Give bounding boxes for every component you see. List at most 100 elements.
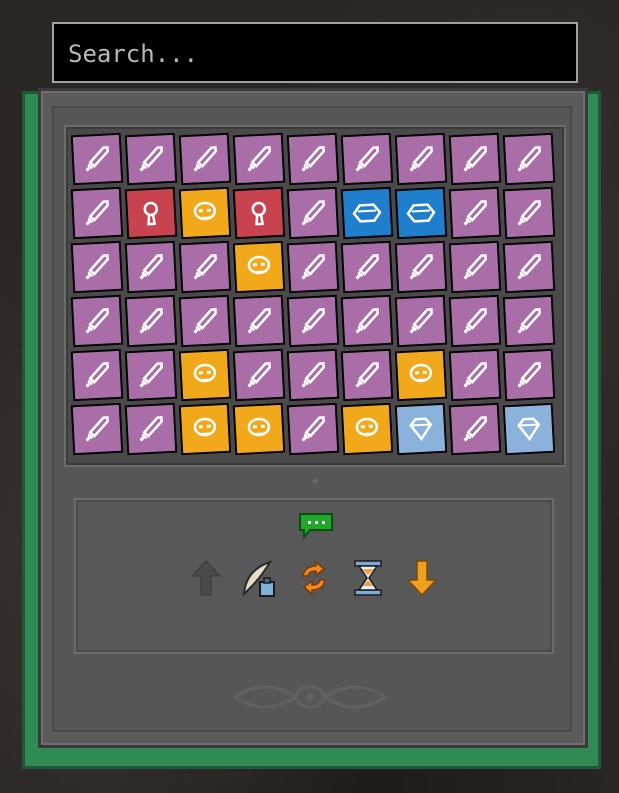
keyhole-icon xyxy=(143,201,159,226)
diamond-icon xyxy=(409,417,433,442)
quill-ink-button[interactable] xyxy=(240,558,276,598)
sword-icon xyxy=(409,254,433,280)
hourglass-icon xyxy=(354,560,382,596)
card-sword[interactable] xyxy=(502,186,556,240)
card-sword[interactable] xyxy=(448,294,502,348)
search-input[interactable] xyxy=(66,34,570,74)
sword-icon xyxy=(193,146,217,172)
card-sword[interactable] xyxy=(340,348,394,402)
card-sword[interactable] xyxy=(394,240,448,294)
card-sword[interactable] xyxy=(178,240,232,294)
card-skull[interactable] xyxy=(178,186,232,240)
sword-icon xyxy=(85,146,109,172)
diamond-icon xyxy=(517,417,541,442)
card-skull[interactable] xyxy=(394,348,448,402)
sword-icon xyxy=(301,200,325,226)
card-sword[interactable] xyxy=(70,132,124,186)
card-skull[interactable] xyxy=(178,348,232,402)
card-sword[interactable] xyxy=(232,294,286,348)
sword-icon xyxy=(193,254,217,280)
sword-icon xyxy=(355,254,379,280)
sword-icon xyxy=(139,416,163,442)
card-sword[interactable] xyxy=(502,348,556,402)
card-sword[interactable] xyxy=(448,348,502,402)
card-sword[interactable] xyxy=(178,132,232,186)
sword-icon xyxy=(247,146,271,172)
card-diamond[interactable] xyxy=(502,402,556,456)
card-sword[interactable] xyxy=(70,294,124,348)
skull-icon xyxy=(193,417,217,437)
card-sword[interactable] xyxy=(448,240,502,294)
down-arrow-button[interactable] xyxy=(404,558,440,598)
card-sword[interactable] xyxy=(70,402,124,456)
up-arrow-button[interactable] xyxy=(188,558,224,598)
card-skull[interactable] xyxy=(232,240,286,294)
sword-icon xyxy=(301,416,325,442)
card-hex[interactable] xyxy=(340,186,394,240)
hourglass-button[interactable] xyxy=(350,558,386,598)
card-sword[interactable] xyxy=(286,402,340,456)
card-sword[interactable] xyxy=(502,294,556,348)
sword-icon xyxy=(517,146,541,172)
chat-bubble-icon[interactable] xyxy=(296,512,336,540)
sword-icon xyxy=(517,254,541,280)
quill-ink-icon xyxy=(242,560,275,597)
keyhole-icon xyxy=(251,201,267,226)
card-grid xyxy=(70,132,560,460)
card-sword[interactable] xyxy=(286,132,340,186)
card-skull[interactable] xyxy=(232,402,286,456)
sword-icon xyxy=(247,362,271,388)
skull-icon xyxy=(193,363,217,383)
refresh-icon xyxy=(302,560,326,596)
sword-icon xyxy=(301,146,325,172)
card-hex[interactable] xyxy=(394,186,448,240)
card-sword[interactable] xyxy=(340,132,394,186)
card-sword[interactable] xyxy=(232,132,286,186)
card-sword[interactable] xyxy=(70,186,124,240)
card-sword[interactable] xyxy=(340,294,394,348)
divider-ornament: ✦ xyxy=(309,470,321,491)
card-key[interactable] xyxy=(124,186,178,240)
card-sword[interactable] xyxy=(232,348,286,402)
card-sword[interactable] xyxy=(70,348,124,402)
card-sword[interactable] xyxy=(124,294,178,348)
skull-icon xyxy=(409,363,433,383)
card-diamond[interactable] xyxy=(394,402,448,456)
search-box[interactable] xyxy=(52,22,578,83)
sword-icon xyxy=(355,362,379,388)
sword-icon xyxy=(409,308,433,334)
card-sword[interactable] xyxy=(448,132,502,186)
refresh-button[interactable] xyxy=(296,558,332,598)
skull-icon xyxy=(193,201,217,221)
card-skull[interactable] xyxy=(178,402,232,456)
card-sword[interactable] xyxy=(340,240,394,294)
sword-icon xyxy=(517,200,541,226)
book-ornament xyxy=(232,685,388,709)
card-sword[interactable] xyxy=(502,132,556,186)
card-sword[interactable] xyxy=(286,348,340,402)
sword-icon xyxy=(463,416,487,442)
sword-icon xyxy=(139,254,163,280)
card-sword[interactable] xyxy=(286,240,340,294)
sword-icon xyxy=(85,362,109,388)
card-sword[interactable] xyxy=(70,240,124,294)
card-sword[interactable] xyxy=(286,294,340,348)
card-sword[interactable] xyxy=(286,186,340,240)
sword-icon xyxy=(247,308,271,334)
card-sword[interactable] xyxy=(394,294,448,348)
card-sword[interactable] xyxy=(502,240,556,294)
card-sword[interactable] xyxy=(124,348,178,402)
card-sword[interactable] xyxy=(124,132,178,186)
card-skull[interactable] xyxy=(340,402,394,456)
card-sword[interactable] xyxy=(448,402,502,456)
sword-icon xyxy=(463,254,487,280)
card-sword[interactable] xyxy=(178,294,232,348)
up-arrow-icon xyxy=(190,560,222,596)
card-key[interactable] xyxy=(232,186,286,240)
card-sword[interactable] xyxy=(124,402,178,456)
card-sword[interactable] xyxy=(124,240,178,294)
sword-icon xyxy=(139,362,163,388)
card-sword[interactable] xyxy=(448,186,502,240)
sword-icon xyxy=(301,308,325,334)
card-sword[interactable] xyxy=(394,132,448,186)
